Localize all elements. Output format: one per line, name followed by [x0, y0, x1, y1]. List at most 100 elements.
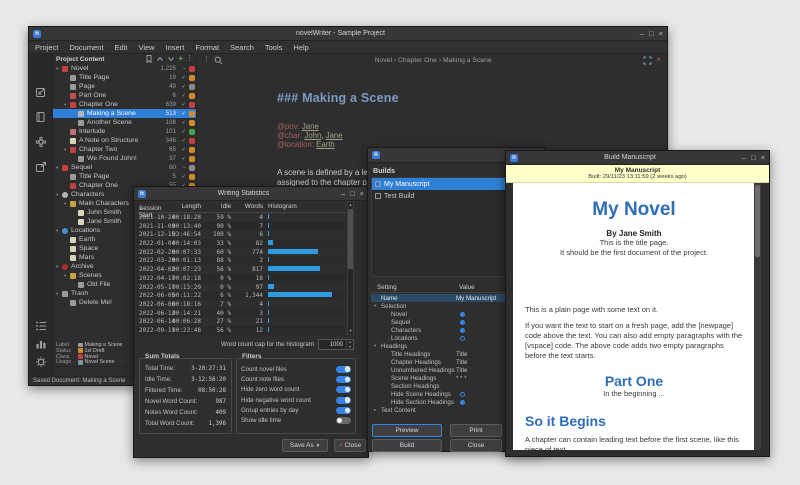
stats-row[interactable]: 2022-06-1300:14:2140 %3 — [137, 309, 346, 318]
bookmark-icon[interactable] — [145, 55, 153, 63]
tree-item-chapter-two[interactable]: ▾Chapter Two65✓ — [53, 145, 196, 154]
manuscript-titlebar[interactable]: n Build Manuscript – □ × — [506, 151, 769, 165]
setting-switch-outline[interactable] — [460, 336, 465, 341]
tree-item-making-a-scene[interactable]: Making a Scene513✓ — [53, 109, 196, 118]
menu-format[interactable]: Format — [195, 43, 219, 52]
tree-menu-kebab-icon[interactable]: ⋮ — [186, 55, 193, 63]
toggle-hide-negative-word-count[interactable]: ✓ — [336, 397, 351, 404]
active-check-icon[interactable]: ✓ — [181, 138, 186, 144]
tree-item-part-one[interactable]: Part One6✓ — [53, 91, 196, 100]
active-check-icon[interactable]: ✓ — [181, 147, 186, 153]
active-check-icon[interactable]: ✓ — [181, 174, 186, 180]
tree-item-title-page[interactable]: Title Page19✓ — [53, 73, 196, 82]
scroll-down-icon[interactable]: ▼ — [348, 328, 353, 334]
setting-switch-filled[interactable] — [460, 320, 465, 325]
menu-search[interactable]: Search — [230, 43, 254, 52]
export-icon[interactable] — [35, 161, 47, 173]
focus-mode-icon[interactable] — [643, 56, 652, 65]
print-button[interactable]: Print — [450, 424, 502, 437]
menu-help[interactable]: Help — [293, 43, 308, 52]
search-icon[interactable] — [214, 56, 223, 65]
active-check-icon[interactable]: ✓ — [181, 102, 186, 108]
add-item-icon[interactable]: + — [178, 55, 183, 63]
col-idle[interactable]: Idle — [215, 203, 231, 210]
active-check-icon[interactable]: ✓ — [181, 75, 186, 81]
build-button[interactable]: Build — [372, 439, 442, 452]
tag-value[interactable]: John — [304, 131, 321, 140]
stats-table[interactable]: 2021-10-2400:18:2859 %42021-11-0900:13:4… — [137, 213, 346, 335]
menu-document[interactable]: Document — [69, 43, 103, 52]
tag-value[interactable]: Jane — [326, 131, 343, 140]
expander-open-icon[interactable]: ▾ — [374, 343, 381, 349]
maximize-icon[interactable]: □ — [751, 154, 756, 162]
stats-chart-icon[interactable] — [35, 338, 47, 350]
tree-item-we-found-john[interactable]: We Found John!37✓ — [53, 154, 196, 163]
minimize-icon[interactable]: – — [341, 190, 345, 198]
toggle-show-idle-time[interactable] — [336, 417, 351, 424]
close-document-icon[interactable]: × — [656, 56, 661, 64]
maximize-icon[interactable]: □ — [649, 30, 654, 38]
move-up-icon[interactable] — [156, 55, 164, 63]
word-cap-spinner[interactable]: 1000 ▲▼ — [318, 339, 354, 350]
stats-scrollbar[interactable]: ▲ ▼ — [347, 201, 354, 335]
tree-item-interlude[interactable]: Interlude101✓ — [53, 127, 196, 136]
book-icon[interactable] — [35, 111, 47, 123]
menu-project[interactable]: Project — [35, 43, 58, 52]
active-check-icon[interactable]: ✓ — [181, 120, 186, 126]
gear-icon[interactable] — [35, 356, 47, 368]
editor-kebab-icon[interactable]: ⋮ — [203, 56, 210, 64]
rose-icon[interactable] — [35, 136, 47, 148]
tree-item-novel[interactable]: ▾Novel1,225– — [53, 64, 196, 73]
preview-button[interactable]: Preview — [372, 424, 442, 437]
stats-row[interactable]: 2022-01-0400:14:0333 %82 — [137, 239, 346, 248]
stats-row[interactable]: 2022-09-1100:23:4856 %12 — [137, 326, 346, 335]
menu-view[interactable]: View — [138, 43, 154, 52]
stats-row[interactable]: 2022-06-0600:18:167 %4 — [137, 300, 346, 309]
stats-table-header[interactable]: Session Start ▴ Length Idle Words Histog… — [137, 201, 346, 213]
tree-item-chapter-one[interactable]: ▾Chapter One639✓ — [53, 100, 196, 109]
col-length[interactable]: Length — [177, 203, 201, 210]
move-down-icon[interactable] — [167, 55, 175, 63]
menu-edit[interactable]: Edit — [115, 43, 128, 52]
col-histogram[interactable]: Histogram — [268, 203, 297, 210]
active-check-icon[interactable]: ✓ — [181, 93, 186, 99]
tree-item-title-page[interactable]: Title Page5✓ — [53, 172, 196, 181]
manuscript-preview-page[interactable]: My NovelBy Jane SmithThis is the title p… — [513, 183, 755, 450]
toggle-group-entries-by-day[interactable]: ✓ — [336, 407, 351, 414]
close-button[interactable]: × Close — [334, 439, 366, 452]
active-check-icon[interactable]: ✓ — [181, 156, 186, 162]
stats-row[interactable]: 2022-04-0200:07:2356 %817 — [137, 265, 346, 274]
close-icon[interactable]: × — [761, 154, 765, 162]
tree-item-a-note-on-structure[interactable]: A Note on Structure346✓ — [53, 136, 196, 145]
manuscript-scrollbar[interactable] — [754, 183, 761, 450]
tag-value[interactable]: Jane — [302, 122, 319, 131]
setting-switch-filled[interactable] — [460, 400, 465, 405]
minimize-icon[interactable]: – — [640, 30, 644, 38]
stats-titlebar[interactable]: n Writing Statistics – □ × — [134, 187, 368, 201]
stats-row[interactable]: 2021-11-0900:13:4090 %7 — [137, 222, 346, 231]
tree-item-page[interactable]: Page49✓ — [53, 82, 196, 91]
tree-item-another-scene[interactable]: Another Scene108✓ — [53, 118, 196, 127]
col-words[interactable]: Words — [241, 203, 263, 210]
save-as-button[interactable]: Save As ▼ — [282, 439, 328, 452]
toggle-count-note-files[interactable]: ✓ — [336, 376, 351, 383]
tree-item-sequel[interactable]: ▾Sequel60– — [53, 163, 196, 172]
active-check-icon[interactable]: ✓ — [181, 84, 186, 90]
stats-row[interactable]: 2022-05-1700:13:200 %97 — [137, 283, 346, 292]
active-check-icon[interactable]: – — [183, 66, 186, 72]
tag-value[interactable]: Earth — [316, 140, 335, 149]
close-button[interactable]: Close — [450, 439, 502, 452]
spinner-arrows-icon[interactable]: ▲▼ — [346, 340, 353, 349]
active-check-icon[interactable]: ✓ — [181, 111, 186, 117]
stats-row[interactable]: 2022-06-0500:11:226 %1,344 — [137, 291, 346, 300]
menu-tools[interactable]: Tools — [265, 43, 283, 52]
main-titlebar[interactable]: n novelWriter - Sample Project – □ × — [29, 27, 667, 41]
stats-row[interactable]: 2022-02-2000:07:3360 %774 — [137, 248, 346, 257]
stats-row[interactable]: 2022-04-1700:02:180 %18 — [137, 274, 346, 283]
compose-icon[interactable] — [35, 86, 47, 98]
toggle-hide-zero-word-count[interactable]: ✓ — [336, 386, 351, 393]
minimize-icon[interactable]: – — [742, 154, 746, 162]
details-list-icon[interactable] — [35, 320, 47, 332]
stats-row[interactable]: 2021-10-2400:18:2859 %4 — [137, 213, 346, 222]
maximize-icon[interactable]: □ — [350, 190, 355, 198]
